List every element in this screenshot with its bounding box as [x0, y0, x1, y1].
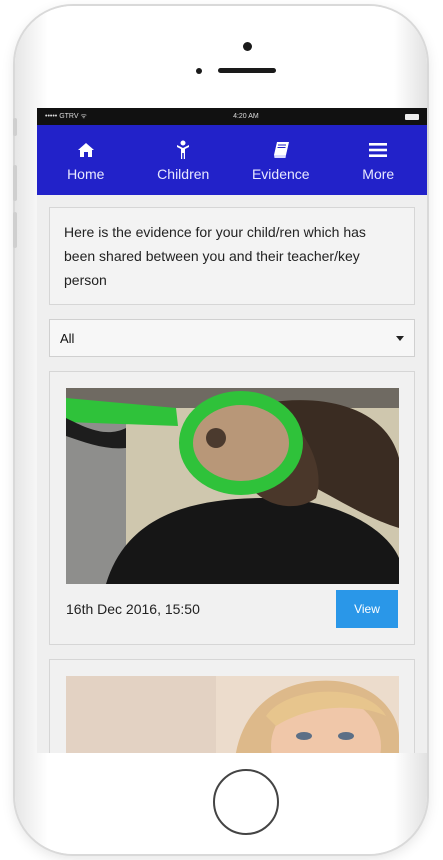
- app-screen: ••••• GTRV ᯤ 4:20 AM Home Children Evide…: [37, 108, 427, 753]
- carrier-signal: ••••• GTRV ᯤ: [45, 113, 87, 120]
- volume-up-button[interactable]: [13, 165, 17, 201]
- proximity-sensor: [196, 68, 202, 74]
- nav-more[interactable]: More: [330, 125, 428, 195]
- nav-home-label: Home: [67, 165, 105, 182]
- info-message: Here is the evidence for your child/ren …: [49, 207, 415, 305]
- filter-selected-value: All: [60, 330, 75, 346]
- clock: 4:20 AM: [233, 113, 259, 120]
- book-icon: [272, 139, 290, 161]
- earpiece-speaker: [218, 68, 276, 73]
- top-nav-bar: Home Children Evidence More: [37, 125, 427, 195]
- nav-evidence[interactable]: Evidence: [232, 125, 330, 195]
- evidence-photo[interactable]: [66, 388, 399, 584]
- nav-home[interactable]: Home: [37, 125, 135, 195]
- evidence-photo[interactable]: [66, 676, 399, 753]
- home-button[interactable]: [213, 769, 279, 835]
- battery-icon: [405, 113, 419, 120]
- view-button[interactable]: View: [336, 590, 398, 628]
- child-icon: [176, 139, 190, 161]
- nav-children-label: Children: [157, 165, 210, 182]
- chevron-down-icon: [396, 335, 404, 341]
- evidence-card: [49, 659, 415, 753]
- nav-children[interactable]: Children: [135, 125, 233, 195]
- mute-switch[interactable]: [13, 118, 17, 136]
- status-bar: ••••• GTRV ᯤ 4:20 AM: [37, 108, 427, 125]
- nav-evidence-label: Evidence: [251, 165, 310, 182]
- volume-down-button[interactable]: [13, 212, 17, 248]
- menu-icon: [369, 139, 388, 161]
- front-camera: [243, 42, 252, 51]
- filter-select[interactable]: All: [49, 319, 415, 357]
- home-icon: [77, 139, 95, 161]
- evidence-date: 16th Dec 2016, 15:50: [66, 601, 200, 617]
- nav-more-label: More: [362, 165, 395, 182]
- evidence-card: 16th Dec 2016, 15:50 View: [49, 371, 415, 645]
